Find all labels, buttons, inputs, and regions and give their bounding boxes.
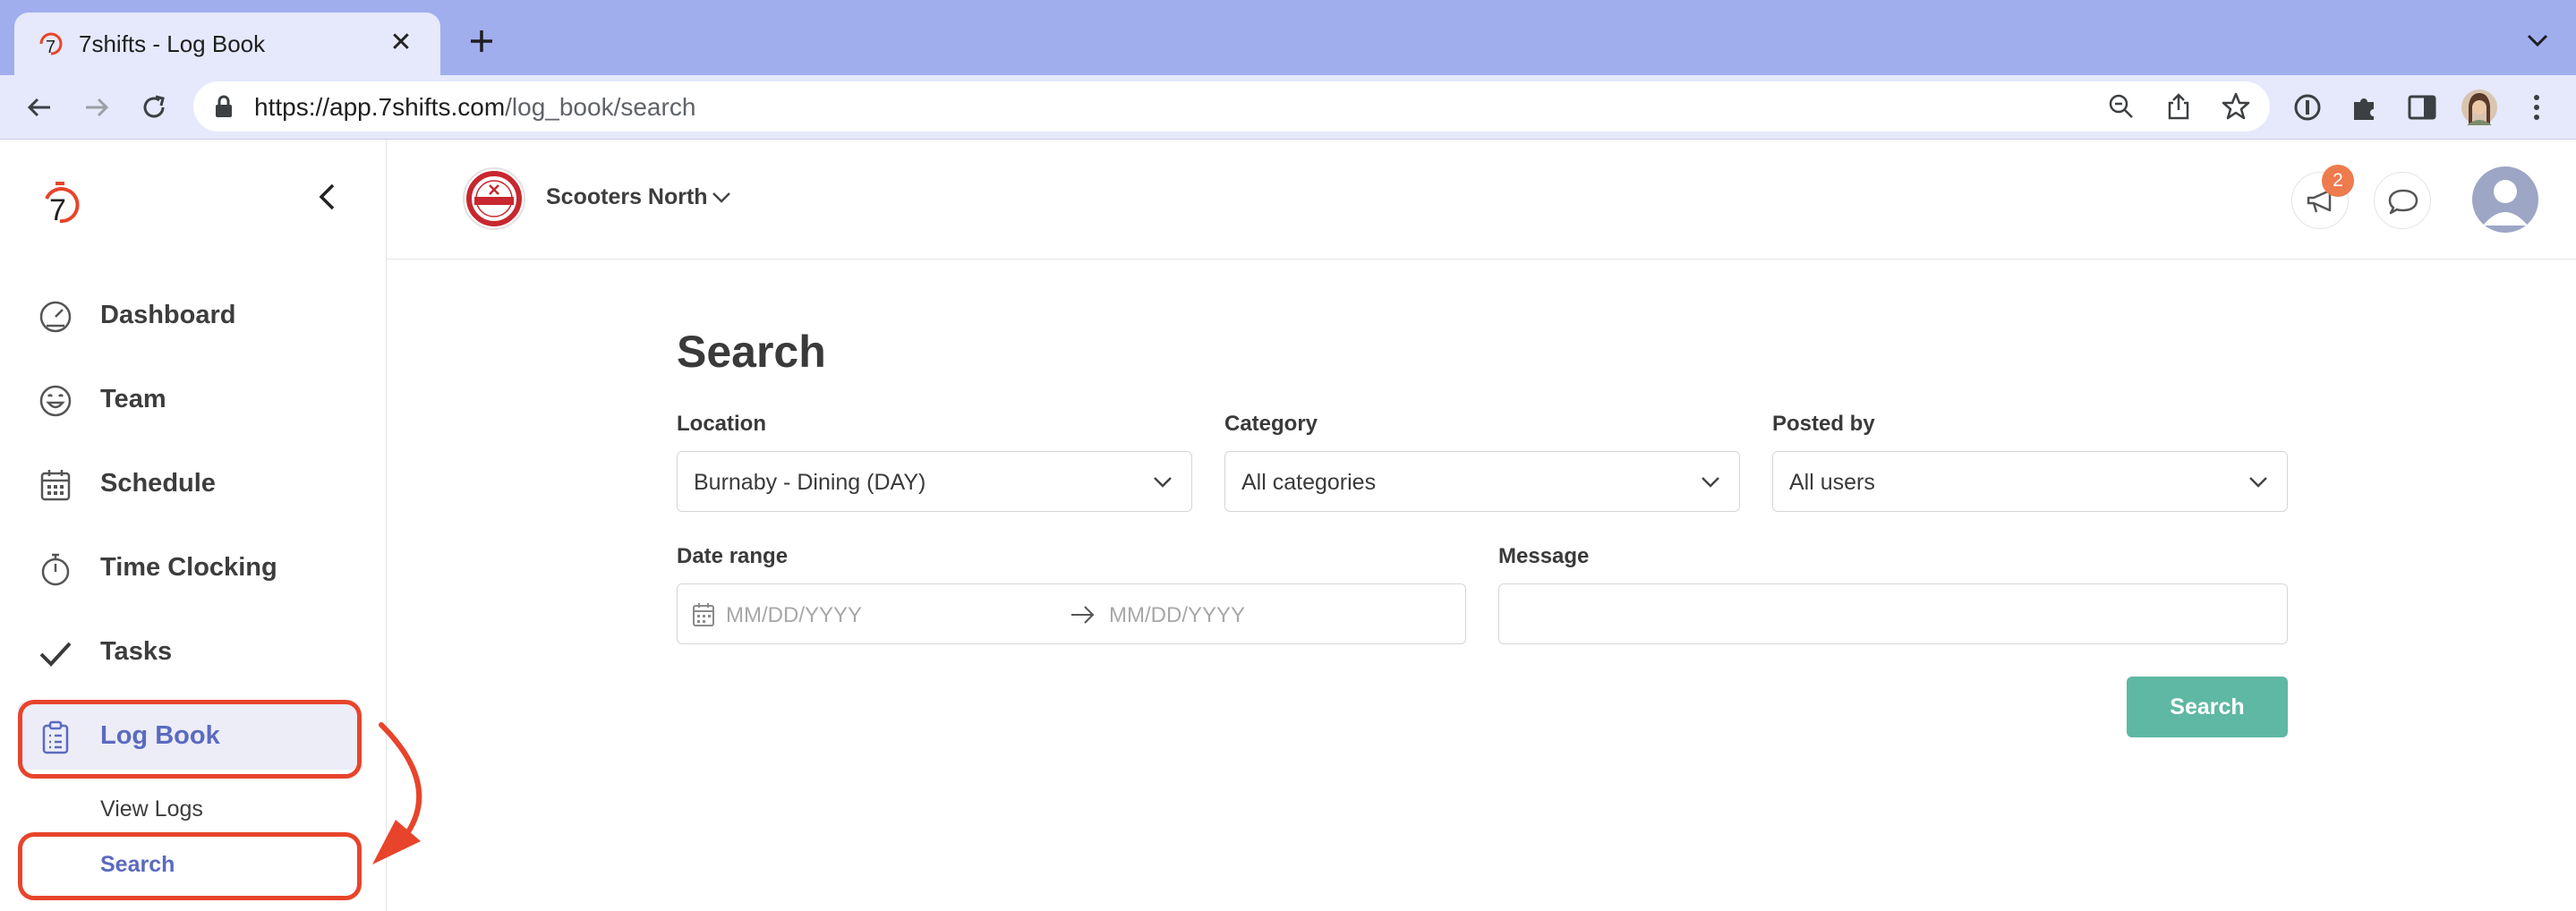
sidebar-subitem-view-logs[interactable]: View Logs	[100, 796, 203, 822]
reload-icon[interactable]	[134, 88, 174, 127]
location-logo[interactable]	[462, 166, 526, 231]
tab-close-icon[interactable]: ✕	[383, 25, 419, 61]
chevron-down-icon	[1702, 477, 1719, 488]
sidebar-item-tasks[interactable]: Tasks	[18, 617, 358, 685]
app-header: Scooters North 2	[387, 140, 2576, 260]
share-icon[interactable]	[2162, 90, 2195, 123]
sidebar-item-label: Tasks	[100, 637, 173, 666]
stopwatch-icon	[41, 553, 70, 586]
user-avatar[interactable]	[2472, 166, 2538, 233]
sidebar-item-label: Time Clocking	[100, 553, 277, 582]
url-text[interactable]: https://app.7shifts.com/log_book/search	[254, 93, 695, 122]
dashboard-gauge-icon	[39, 301, 72, 333]
side-panel-icon[interactable]	[2402, 88, 2442, 127]
calendar-icon	[693, 603, 714, 626]
user-silhouette-icon	[2483, 180, 2528, 226]
location-chevron-down-icon[interactable]	[711, 190, 732, 206]
checkmark-icon	[39, 642, 72, 667]
browser-toolbar: https://app.7shifts.com/log_book/search	[0, 75, 2576, 140]
browser-menu-icon[interactable]	[2517, 88, 2556, 127]
sidebar-item-label: Schedule	[100, 469, 216, 498]
message-input[interactable]	[1498, 583, 2288, 644]
annotation-highlight-search	[18, 832, 362, 900]
svg-text:7: 7	[49, 193, 66, 227]
message-label: Message	[1498, 544, 1590, 568]
url-host: https://app.7shifts.com	[254, 93, 506, 121]
tab-search-chevron-icon[interactable]	[2522, 27, 2553, 54]
category-select[interactable]: All categories	[1224, 451, 1740, 512]
date-range-label: Date range	[677, 544, 789, 568]
calendar-icon	[40, 470, 71, 501]
notification-badge: 2	[2322, 165, 2354, 197]
sidebar-item-label: Dashboard	[100, 301, 236, 329]
sidebar-item-dashboard[interactable]: Dashboard	[18, 281, 358, 349]
extensions-puzzle-icon[interactable]	[2345, 88, 2384, 127]
collapse-sidebar-chevron-icon[interactable]	[311, 181, 344, 213]
page-title: Search	[677, 327, 826, 377]
posted-by-label: Posted by	[1772, 412, 1875, 436]
location-select-value: Burnaby - Dining (DAY)	[694, 470, 926, 495]
7shifts-logo-icon[interactable]: 7	[38, 175, 82, 229]
category-label: Category	[1224, 412, 1318, 436]
arrow-right-icon	[1071, 606, 1095, 624]
sidebar-item-time-clocking[interactable]: Time Clocking	[18, 533, 358, 601]
messages-button[interactable]	[2374, 172, 2431, 229]
location-label: Location	[677, 412, 766, 436]
forward-arrow-icon[interactable]	[77, 88, 116, 127]
date-range-picker[interactable]: MM/DD/YYYY MM/DD/YYYY	[677, 583, 1466, 644]
search-button[interactable]: Search	[2127, 677, 2288, 737]
url-path: /log_book/search	[505, 93, 696, 121]
chat-bubble-icon	[2388, 189, 2418, 215]
password-manager-icon[interactable]	[2288, 88, 2327, 127]
tab-title: 7shifts - Log Book	[79, 30, 266, 57]
bookmark-star-icon[interactable]	[2220, 90, 2252, 123]
annotation-highlight-log-book	[18, 700, 362, 779]
chevron-down-icon	[1154, 477, 1172, 488]
sidebar: 7 Dashboard Team Schedule Time Clocking …	[0, 140, 387, 911]
browser-tab[interactable]: 7 7shifts - Log Book ✕	[14, 13, 440, 75]
new-tab-plus-icon[interactable]	[464, 23, 499, 59]
profile-avatar-icon[interactable]	[2460, 88, 2499, 127]
posted-by-select[interactable]: All users	[1772, 451, 2288, 512]
annotation-arrow-icon	[372, 722, 422, 864]
7shifts-favicon-icon: 7	[39, 32, 63, 57]
posted-by-select-value: All users	[1789, 470, 1875, 495]
sidebar-item-schedule[interactable]: Schedule	[18, 449, 358, 517]
address-bar[interactable]: https://app.7shifts.com/log_book/search	[193, 81, 2270, 132]
browser-tab-bar: 7 7shifts - Log Book ✕	[0, 0, 2576, 75]
date-start-input[interactable]: MM/DD/YYYY	[726, 603, 862, 628]
lock-icon	[216, 95, 232, 117]
chevron-down-icon	[2249, 477, 2267, 488]
team-smiley-icon	[39, 385, 72, 417]
zoom-out-icon[interactable]	[2105, 90, 2137, 123]
date-end-input[interactable]: MM/DD/YYYY	[1109, 603, 1245, 628]
sidebar-item-team[interactable]: Team	[18, 365, 358, 433]
svg-text:7: 7	[46, 38, 55, 57]
location-select[interactable]: Burnaby - Dining (DAY)	[677, 451, 1192, 512]
back-arrow-icon[interactable]	[20, 88, 59, 127]
category-select-value: All categories	[1241, 470, 1377, 495]
sidebar-item-label: Team	[100, 385, 166, 413]
location-name[interactable]: Scooters North	[546, 184, 708, 210]
